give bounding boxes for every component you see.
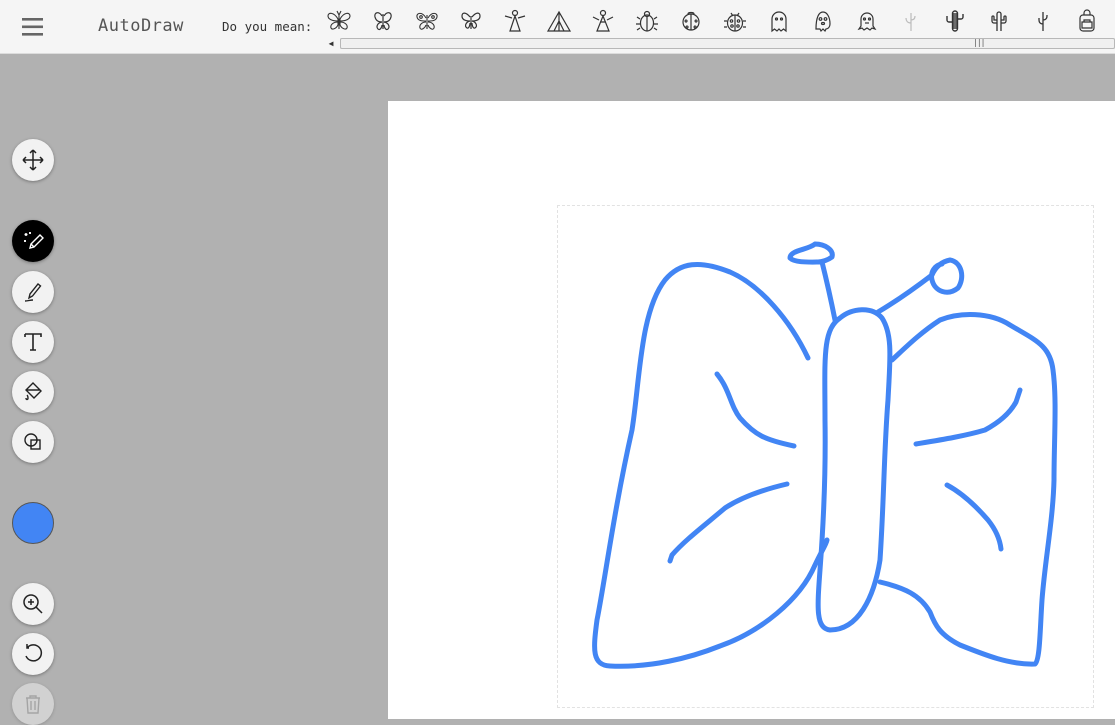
color-picker-swatch[interactable] xyxy=(12,502,54,544)
cactus-icon[interactable] xyxy=(981,6,1017,36)
pencil-icon xyxy=(24,283,42,302)
paint-bucket-icon xyxy=(25,382,42,401)
move-tool-button[interactable] xyxy=(12,139,54,181)
user-sketch-butterfly[interactable] xyxy=(388,101,1115,719)
scrollbar-track[interactable]: ||| xyxy=(340,38,1115,49)
scroll-left-arrow-icon[interactable]: ◀ xyxy=(323,37,339,50)
autodraw-sparkle-pencil-icon xyxy=(24,232,44,249)
type-tool-button[interactable] xyxy=(12,321,54,363)
butterfly-pattern-icon[interactable] xyxy=(409,6,445,36)
cactus-thin-icon[interactable] xyxy=(1025,6,1061,36)
shape-tool-button[interactable] xyxy=(12,421,54,463)
angel-icon[interactable] xyxy=(497,6,533,36)
top-bar: AutoDraw Do you mean: ◀ ||| xyxy=(0,0,1115,54)
drawing-canvas[interactable] xyxy=(388,101,1115,719)
suggestions-label: Do you mean: xyxy=(222,19,313,34)
ladybug-round-icon[interactable] xyxy=(673,6,709,36)
ghost-icon[interactable] xyxy=(761,6,797,36)
butterfly-outline-icon[interactable] xyxy=(453,6,489,36)
fill-tool-button[interactable] xyxy=(12,371,54,413)
ghost-face-icon[interactable] xyxy=(805,6,841,36)
scrollbar-thumb[interactable]: ||| xyxy=(340,38,1115,49)
cactus-striped-icon[interactable] xyxy=(937,6,973,36)
ghost-wavy-icon[interactable] xyxy=(849,6,885,36)
angel-robe-icon[interactable] xyxy=(585,6,621,36)
cactus-light-icon[interactable] xyxy=(893,6,929,36)
ladybug-icon[interactable] xyxy=(717,6,753,36)
text-t-icon xyxy=(24,333,42,351)
scrollbar-grip-icon: ||| xyxy=(973,38,985,47)
trash-icon xyxy=(26,695,40,714)
undo-icon xyxy=(25,644,43,662)
autodraw-tool-button[interactable] xyxy=(12,220,54,262)
app-logo[interactable]: AutoDraw xyxy=(98,16,184,36)
shapes-icon xyxy=(24,433,41,450)
butterfly-simple-icon[interactable] xyxy=(365,6,401,36)
move-arrows-icon xyxy=(22,149,44,171)
suggestions-strip xyxy=(318,6,1115,36)
left-toolbar xyxy=(12,0,56,725)
backpack-icon[interactable] xyxy=(1069,6,1105,36)
zoom-tool-button[interactable] xyxy=(12,583,54,625)
suggestions-scrollbar[interactable]: ◀ ||| xyxy=(323,37,1115,50)
tent-icon[interactable] xyxy=(541,6,577,36)
zoom-in-icon xyxy=(23,594,43,614)
butterfly-ornate-icon[interactable] xyxy=(321,6,357,36)
beetle-icon[interactable] xyxy=(629,6,665,36)
undo-button[interactable] xyxy=(12,633,54,675)
draw-tool-button[interactable] xyxy=(12,271,54,313)
